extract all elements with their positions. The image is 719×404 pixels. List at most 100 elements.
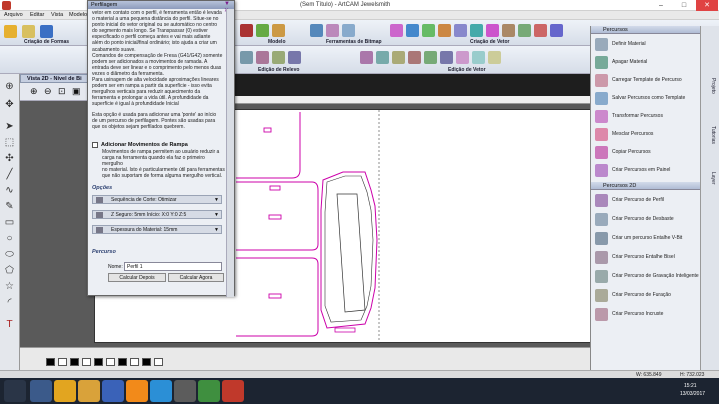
app-icon[interactable] xyxy=(198,380,220,402)
relief-tool-icon[interactable] xyxy=(256,51,269,64)
color-swatch[interactable] xyxy=(70,358,79,366)
calculate-now-button[interactable]: Calcular Agora xyxy=(168,273,224,282)
vector-tool-icon[interactable] xyxy=(438,24,451,37)
copy-toolpaths-item[interactable]: Copiar Percursos xyxy=(595,144,699,160)
relief-tool-icon[interactable] xyxy=(288,51,301,64)
merge-toolpaths-item[interactable]: Mesclar Percursos xyxy=(595,126,699,142)
menu-editar[interactable]: Editar xyxy=(30,12,44,18)
pan-icon[interactable]: ✥ xyxy=(3,98,16,111)
open-folder-icon[interactable] xyxy=(22,25,35,38)
vector-tool-icon[interactable] xyxy=(486,24,499,37)
bitmap-tool-icon[interactable] xyxy=(326,24,339,37)
chrome-icon[interactable] xyxy=(54,380,76,402)
load-template-item[interactable]: Carregar Template de Percurso xyxy=(595,72,699,88)
drilling-item[interactable]: Criar Percurso de Furação xyxy=(595,287,699,303)
delete-material-item[interactable]: Apagar Material xyxy=(595,54,699,70)
minimize-button[interactable]: – xyxy=(650,0,672,11)
tab-layer[interactable]: Layer xyxy=(704,172,716,185)
polygon-icon[interactable]: ⬠ xyxy=(3,264,16,277)
save-template-item[interactable]: Salvar Percursos como Template xyxy=(595,90,699,106)
vector-edit-icon[interactable] xyxy=(472,51,485,64)
zoom-icon[interactable]: ⊕ xyxy=(3,80,16,93)
vector-tool-icon[interactable] xyxy=(406,24,419,37)
artcam-icon[interactable] xyxy=(222,380,244,402)
color-swatch[interactable] xyxy=(130,358,139,366)
color-swatch[interactable] xyxy=(118,358,127,366)
calculate-later-button[interactable]: Calcular Depois xyxy=(108,273,166,282)
skype-icon[interactable] xyxy=(150,380,172,402)
bevel-item[interactable]: Criar Percurso Entalhe Bisel xyxy=(595,249,699,265)
color-swatch[interactable] xyxy=(46,358,55,366)
color-swatch[interactable] xyxy=(154,358,163,366)
vector-edit-icon[interactable] xyxy=(456,51,469,64)
percursos-2d-header[interactable]: Percursos 2D xyxy=(591,182,701,190)
star-icon[interactable]: ☆ xyxy=(3,280,16,293)
ie-icon[interactable] xyxy=(30,380,52,402)
arc-icon[interactable]: ◜ xyxy=(3,296,16,309)
menu-modelo[interactable]: Modelo xyxy=(69,12,87,18)
save-icon[interactable] xyxy=(40,25,53,38)
vector-tool-icon[interactable] xyxy=(454,24,467,37)
vector-tool-icon[interactable] xyxy=(550,24,563,37)
vbit-item[interactable]: Criar um percurso Entalhe V-Bit xyxy=(595,230,699,246)
color-swatch[interactable] xyxy=(94,358,103,366)
bezier-icon[interactable]: ∿ xyxy=(3,184,16,197)
pencil-icon[interactable]: ✎ xyxy=(3,200,16,213)
relief-tool-icon[interactable] xyxy=(240,51,253,64)
menu-vista[interactable]: Vista xyxy=(51,12,63,18)
material-combo[interactable]: Espessura do Material: 15mm ▼ xyxy=(92,225,222,234)
vector-edit-icon[interactable] xyxy=(376,51,389,64)
view-tab[interactable]: Vista 2D - Nível de Bi xyxy=(20,74,90,83)
zoom-fit-icon[interactable]: ⊡ xyxy=(58,86,66,97)
color-swatch[interactable] xyxy=(82,358,91,366)
zoom-in-icon[interactable]: ⊕ xyxy=(30,86,38,97)
model-tool-icon[interactable] xyxy=(240,24,253,37)
tab-tutoriais[interactable]: Tutorias xyxy=(704,126,716,144)
vector-tool-icon[interactable] xyxy=(534,24,547,37)
color-swatch[interactable] xyxy=(106,358,115,366)
profile-toolpath-item[interactable]: Criar Percurso de Perfil xyxy=(595,192,699,208)
new-file-icon[interactable] xyxy=(4,25,17,38)
inlay-item[interactable]: Criar Percurso Incruste xyxy=(595,306,699,322)
text-icon[interactable]: T xyxy=(3,318,16,331)
bitmap-tool-icon[interactable] xyxy=(310,24,323,37)
tab-projeto[interactable]: Projeto xyxy=(704,78,716,94)
vector-tool-icon[interactable] xyxy=(470,24,483,37)
app-icon[interactable] xyxy=(174,380,196,402)
vector-tool-icon[interactable] xyxy=(518,24,531,37)
start-icon[interactable] xyxy=(4,380,26,402)
vector-edit-icon[interactable] xyxy=(488,51,501,64)
transform-toolpaths-item[interactable]: Transformar Percursos xyxy=(595,108,699,124)
close-button[interactable]: ✕ xyxy=(696,0,718,11)
word-icon[interactable] xyxy=(102,380,124,402)
vector-edit-icon[interactable] xyxy=(360,51,373,64)
define-material-item[interactable]: Definir Material xyxy=(595,36,699,52)
polyline-icon[interactable]: ╱ xyxy=(3,168,16,181)
vector-edit-icon[interactable] xyxy=(408,51,421,64)
panel-toolpaths-item[interactable]: Criar Percursos em Painel xyxy=(595,162,699,178)
vector-tool-icon[interactable] xyxy=(390,24,403,37)
select-arrow-icon[interactable]: ➤ xyxy=(3,120,16,133)
vector-edit-icon[interactable] xyxy=(440,51,453,64)
color-swatch[interactable] xyxy=(142,358,151,366)
zoom-box-icon[interactable]: ▣ xyxy=(72,86,81,97)
area-clearance-item[interactable]: Criar Percurso de Desbaste xyxy=(595,211,699,227)
relief-tool-icon[interactable] xyxy=(272,51,285,64)
percursos-header[interactable]: Percursos xyxy=(591,26,701,34)
smart-engrave-item[interactable]: Criar Percurso de Gravação Inteligente xyxy=(595,268,699,284)
zoom-out-icon[interactable]: ⊖ xyxy=(44,86,52,97)
illustrator-icon[interactable] xyxy=(126,380,148,402)
vector-tool-icon[interactable] xyxy=(502,24,515,37)
model-tool-icon[interactable] xyxy=(256,24,269,37)
color-swatch[interactable] xyxy=(58,358,67,366)
maximize-button[interactable]: □ xyxy=(673,0,695,11)
circle-icon[interactable]: ○ xyxy=(3,232,16,245)
name-input[interactable]: Perfil 1 xyxy=(124,262,222,271)
vector-edit-icon[interactable] xyxy=(424,51,437,64)
ramp-checkbox[interactable] xyxy=(92,142,98,148)
node-edit-icon[interactable]: ⬚ xyxy=(3,136,16,149)
vector-edit-icon[interactable] xyxy=(392,51,405,64)
vector-tool-icon[interactable] xyxy=(422,24,435,37)
model-tool-icon[interactable] xyxy=(272,24,285,37)
explorer-icon[interactable] xyxy=(78,380,100,402)
